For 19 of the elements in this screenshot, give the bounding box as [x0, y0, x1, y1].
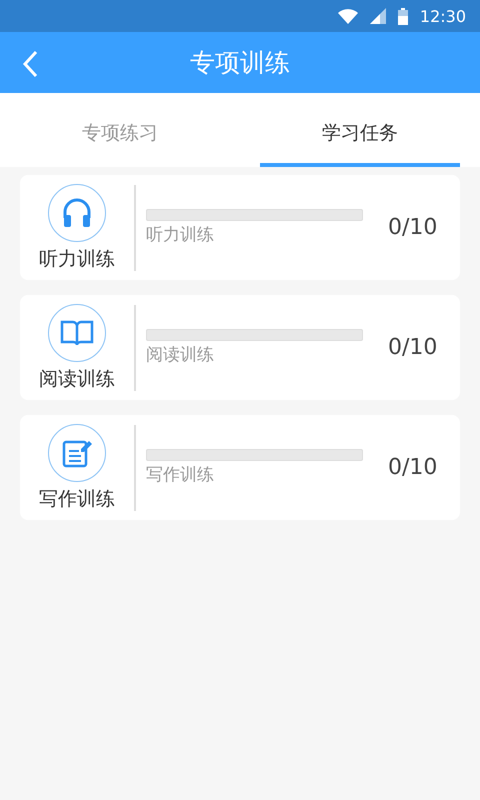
battery-icon — [398, 8, 408, 24]
progress-count: 0/10 — [388, 455, 438, 480]
status-time: 12:30 — [420, 6, 466, 26]
task-name: 写作训练 — [39, 486, 115, 512]
signal-icon — [370, 8, 386, 24]
task-name: 听力训练 — [39, 246, 115, 272]
progress-caption: 听力训练 — [146, 224, 215, 246]
wifi-icon — [338, 8, 358, 24]
progress-caption: 写作训练 — [146, 464, 215, 486]
task-name: 阅读训练 — [39, 366, 115, 392]
progress-count: 0/10 — [388, 215, 438, 240]
book-icon — [60, 318, 94, 346]
task-card[interactable]: 听力训练 听力训练 0/10 — [20, 175, 460, 280]
page-title: 专项训练 — [190, 47, 290, 79]
progress-caption: 阅读训练 — [146, 344, 215, 366]
progress-count: 0/10 — [388, 335, 438, 360]
task-card[interactable]: 阅读训练 阅读训练 0/10 — [20, 295, 460, 400]
tab[interactable]: 学习任务 — [260, 93, 460, 167]
task-card[interactable]: 写作训练 写作训练 0/10 — [20, 415, 460, 520]
